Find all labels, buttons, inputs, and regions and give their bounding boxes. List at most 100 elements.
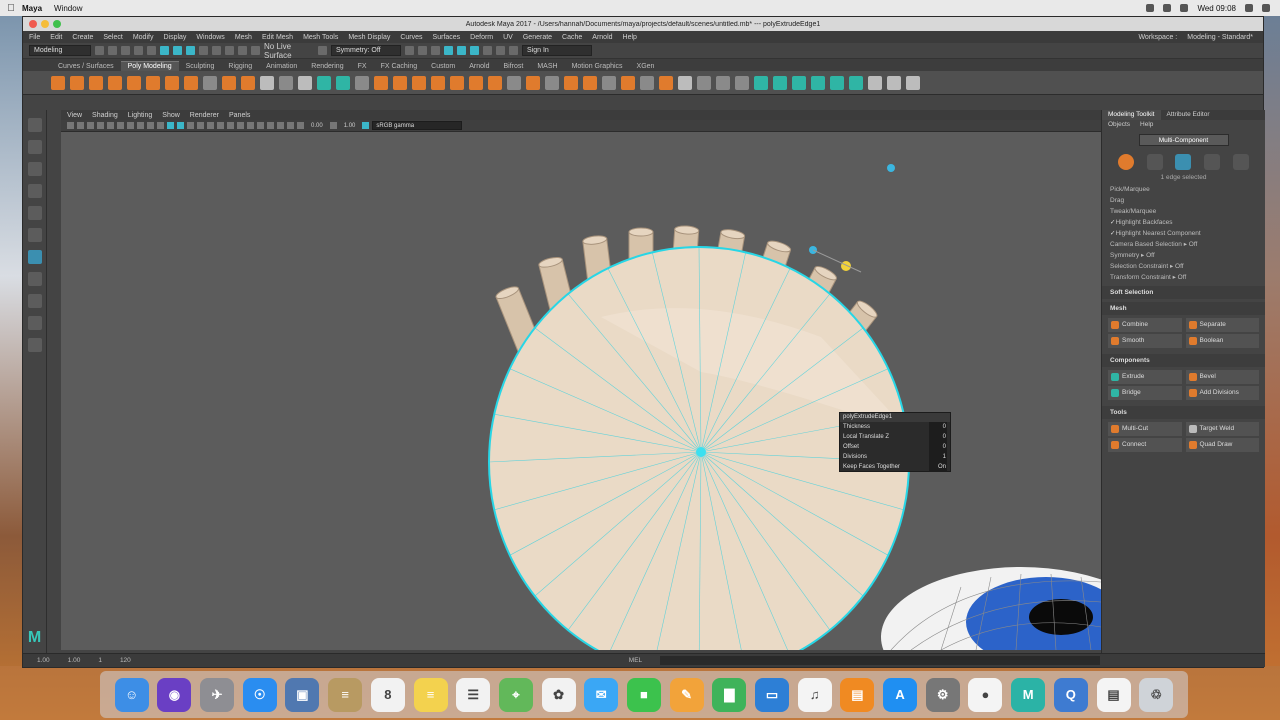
bookmark-icon[interactable] [87, 122, 94, 129]
tool-connect-button[interactable]: Connect [1108, 438, 1182, 452]
new-scene-icon[interactable] [95, 46, 104, 55]
open-scene-icon[interactable] [108, 46, 117, 55]
menu-cache[interactable]: Cache [562, 34, 582, 41]
close-icon[interactable] [29, 20, 37, 28]
section-mesh-header[interactable]: Mesh [1102, 302, 1265, 315]
shelf-tool-41-icon[interactable] [830, 75, 844, 90]
hud-row-thickness[interactable]: Thickness 0 [840, 422, 950, 432]
menu-modify[interactable]: Modify [133, 34, 154, 41]
scene-render[interactable] [61, 132, 1101, 650]
workspace-0[interactable]: Workspace : [1138, 34, 1177, 41]
tool-combine-button[interactable]: Combine [1108, 318, 1182, 332]
shelf-tool-31-icon[interactable] [640, 75, 654, 90]
wireframe-icon[interactable] [167, 122, 174, 129]
textured-icon[interactable] [197, 122, 204, 129]
quicktime-icon[interactable]: Q [1053, 677, 1088, 712]
camera-attributes-icon[interactable] [77, 122, 84, 129]
trash-icon[interactable]: ♲ [1139, 677, 1174, 712]
snap-grid-icon[interactable] [199, 46, 208, 55]
tool-quad-draw-button[interactable]: Quad Draw [1185, 438, 1259, 452]
preview-icon[interactable]: ▣ [285, 677, 320, 712]
exposure-value[interactable]: 0.00 [311, 123, 323, 129]
notification-center-icon[interactable] [1262, 4, 1270, 12]
motion-blur-icon[interactable] [237, 122, 244, 129]
shelf-tab-animation[interactable]: Animation [259, 62, 304, 71]
launchpad-icon[interactable]: ✈ [200, 677, 235, 712]
object-mode-icon[interactable] [1118, 154, 1135, 170]
sign-in-dropdown[interactable]: Sign In [522, 45, 592, 56]
document-icon[interactable]: ▤ [1096, 677, 1131, 712]
save-scene-icon[interactable] [121, 46, 130, 55]
menu-surfaces[interactable]: Surfaces [433, 34, 461, 41]
maps-icon[interactable]: ⌖ [498, 677, 533, 712]
menu-select[interactable]: Select [103, 34, 122, 41]
arnold-render-icon[interactable] [496, 46, 505, 55]
hud-row-offset[interactable]: Offset 0 [840, 442, 950, 452]
shelf-tool-23-icon[interactable] [488, 75, 502, 90]
snap-point-icon[interactable] [225, 46, 234, 55]
calendar-icon[interactable]: 8 [370, 677, 405, 712]
viewport-menu-renderer[interactable]: Renderer [190, 112, 219, 119]
menu-curves[interactable]: Curves [400, 34, 422, 41]
persp-outliner-icon[interactable] [27, 338, 42, 352]
shelf-tab-fx[interactable]: FX [351, 62, 374, 71]
shelf-tool-10-icon[interactable] [241, 75, 255, 90]
apple-icon[interactable]:  [0, 3, 22, 14]
view-transform-dropdown[interactable]: sRGB gamma [372, 121, 463, 130]
ipr-render-icon[interactable] [418, 46, 427, 55]
shelf-tool-12-icon[interactable] [279, 75, 293, 90]
frame-field-3[interactable]: 120 [120, 657, 131, 664]
shelf-tool-38-icon[interactable] [773, 75, 787, 90]
3d-viewport[interactable]: polyExtrudeEdge1 Thickness 0 Local Transla… [61, 132, 1101, 650]
user-icon[interactable] [509, 46, 518, 55]
hud-value[interactable]: 0 [929, 422, 947, 432]
multi-component-button[interactable]: Multi-Component [1138, 134, 1229, 146]
maya-icon[interactable]: M [1011, 677, 1046, 712]
shelf-tool-0-icon[interactable] [51, 75, 65, 90]
menu-mesh-display[interactable]: Mesh Display [348, 34, 390, 41]
option-symmetry-off[interactable]: Symmetry ▸ Off [1102, 250, 1265, 261]
shadows-icon[interactable] [217, 122, 224, 129]
shelf-tab-mash[interactable]: MASH [530, 62, 564, 71]
xray-icon[interactable] [267, 122, 274, 129]
grid-icon[interactable] [107, 122, 114, 129]
tool-smooth-button[interactable]: Smooth [1108, 334, 1182, 348]
shelf-tab-custom[interactable]: Custom [424, 62, 462, 71]
menu-deform[interactable]: Deform [470, 34, 493, 41]
field-chart-icon[interactable] [147, 122, 154, 129]
shelf-tool-2-icon[interactable] [89, 75, 103, 90]
shelf-tool-13-icon[interactable] [298, 75, 312, 90]
photos-icon[interactable]: ✿ [541, 677, 576, 712]
shelf-tab-motion-graphics[interactable]: Motion Graphics [565, 62, 630, 71]
hud-row-keep-faces-together[interactable]: Keep Faces Together On [840, 462, 950, 472]
option-drag[interactable]: Drag [1102, 195, 1265, 206]
frame-field-0[interactable]: 1.00 [37, 657, 50, 664]
exposure-icon[interactable] [297, 122, 304, 129]
shelf-tool-15-icon[interactable] [336, 75, 350, 90]
menu-windows[interactable]: Windows [196, 34, 224, 41]
keynote-icon[interactable]: ▭ [755, 677, 789, 712]
hud-value[interactable]: On [929, 462, 947, 472]
redo-icon[interactable] [147, 46, 156, 55]
numbers-icon[interactable]: ▇ [712, 677, 747, 712]
camera-select-icon[interactable] [67, 122, 74, 129]
command-input[interactable] [660, 656, 1101, 665]
volume-icon[interactable] [1163, 4, 1172, 12]
light-editor-icon[interactable] [483, 46, 492, 55]
reminders-icon[interactable]: ☰ [456, 677, 491, 712]
shelf-tab-fx-caching[interactable]: FX Caching [374, 62, 425, 71]
stickies-icon[interactable]: ≡ [413, 677, 448, 712]
clock[interactable]: Wed 09:08 [1197, 4, 1236, 13]
shelf-tab-bifrost[interactable]: Bifrost [497, 62, 531, 71]
panel-tab-modeling-toolkit[interactable]: Modeling Toolkit [1102, 110, 1161, 120]
uv-mode-icon[interactable] [1232, 154, 1249, 170]
panel-menu-objects[interactable]: Objects [1108, 121, 1130, 129]
shelf-tool-20-icon[interactable] [431, 75, 445, 90]
tool-target-weld-button[interactable]: Target Weld [1185, 422, 1259, 436]
film-gate-icon[interactable] [117, 122, 124, 129]
wifi-icon[interactable] [1146, 4, 1155, 12]
mode-dropdown[interactable]: Modeling [29, 45, 91, 56]
itunes-icon[interactable]: ♫ [797, 677, 832, 712]
shelf-tool-39-icon[interactable] [792, 75, 806, 90]
shelf-tool-34-icon[interactable] [697, 75, 711, 90]
